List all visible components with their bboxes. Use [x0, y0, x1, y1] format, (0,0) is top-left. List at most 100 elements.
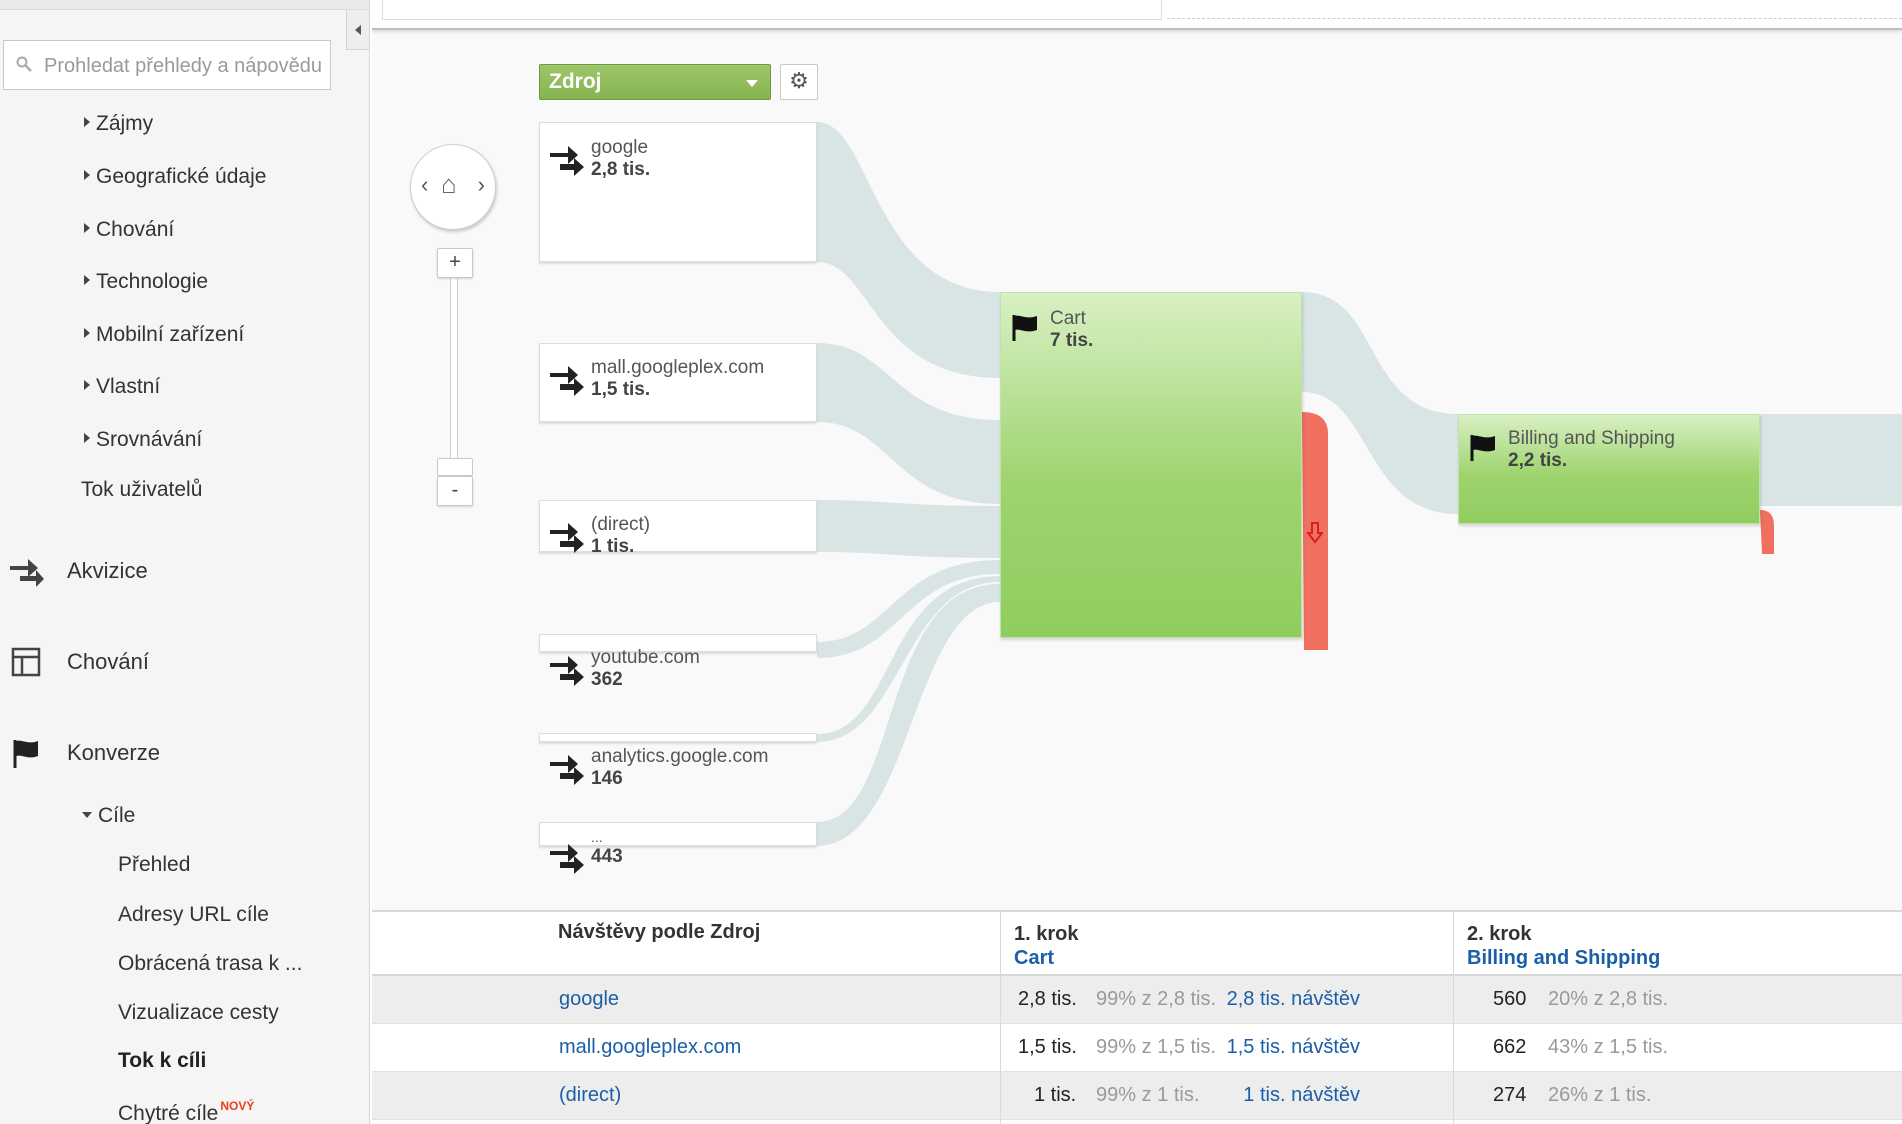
step-name: Cart [1050, 308, 1086, 329]
row-visits[interactable]: 1,5 tis. návštěv [1227, 1036, 1360, 1059]
column-divider [1000, 910, 1001, 1124]
step-value: 2,2 tis. [1508, 450, 1568, 471]
pan-right-icon[interactable]: › [478, 172, 485, 198]
step-label: Cart 7 tis. [1050, 308, 1093, 352]
expand-arrow-icon [84, 223, 90, 233]
source-arrows-icon [550, 523, 584, 553]
row-source-link[interactable]: mall.googleplex.com [559, 1036, 741, 1059]
nav-label: Cíle [98, 804, 136, 827]
nav-label: Vlastní [96, 375, 161, 398]
nav-label: Geografické údaje [96, 165, 267, 188]
row-step1-value: 2,8 tis. [1018, 988, 1077, 1010]
table-row: (direct) 1 tis. návštěv 1 tis. 99% z 1 t… [372, 1072, 1902, 1120]
dimension-select-label: Zdroj [549, 70, 602, 93]
row-visits[interactable]: 1 tis. návštěv [1243, 1084, 1360, 1107]
source-value: 2,8 tis. [591, 159, 651, 180]
source-name: mall.googleplex.com [591, 357, 765, 378]
collapse-sidebar-button[interactable] [346, 10, 369, 50]
zoom-slider-handle[interactable] [437, 458, 473, 476]
expand-arrow-icon [84, 275, 90, 285]
row-source-link[interactable]: google [559, 988, 619, 1011]
expand-arrow-icon [84, 117, 90, 127]
zoom-slider-track[interactable] [450, 248, 458, 463]
nav-label: Chytré cíle [118, 1102, 219, 1124]
source-arrows-icon [550, 844, 584, 874]
nav-item-smart-goals[interactable]: Chytré cíle NOVÝ [118, 1099, 254, 1124]
source-value: 443 [591, 846, 623, 867]
zoom-out-button[interactable]: - [437, 476, 473, 506]
nav-label: Chování [96, 218, 175, 241]
source-label: google 2,8 tis. [591, 137, 650, 181]
source-name: analytics.google.com [591, 746, 769, 767]
source-name: google [591, 137, 649, 158]
search-input[interactable] [44, 51, 329, 81]
row-step2-value: 662 [1493, 1036, 1527, 1058]
step-header-label: 2. krok [1467, 923, 1532, 945]
step-node-cart[interactable] [1000, 292, 1302, 638]
nav-item-funnel-visualization[interactable]: Vizualizace cesty [118, 1001, 279, 1025]
source-value: 146 [591, 768, 623, 789]
row-step2-percent: 43% z 1,5 tis. [1548, 1036, 1669, 1058]
behavior-layout-icon [11, 647, 41, 677]
goal-flag-icon [1012, 315, 1037, 341]
row-step1-percent: 99% z 1,5 tis. [1096, 1036, 1217, 1058]
source-arrows-icon [550, 366, 584, 396]
home-icon[interactable]: ⌂ [441, 169, 457, 200]
nav-item-goal-urls[interactable]: Adresy URL cíle [118, 903, 269, 927]
row-step2-percent: 20% z 2,8 tis. [1548, 988, 1669, 1010]
nav-item-benchmarking[interactable]: Srovnávání [84, 428, 202, 452]
link-google-cart [817, 122, 1000, 378]
nav-label: Mobilní zařízení [96, 323, 245, 346]
row-source-link[interactable]: (direct) [559, 1084, 621, 1107]
nav-item-goals[interactable]: Cíle [82, 804, 135, 828]
source-node-analytics[interactable] [539, 733, 817, 742]
row-step1-percent: 99% z 1 tis. [1096, 1084, 1200, 1106]
column-header-visits: Návštěvy podle Zdroj [558, 921, 761, 943]
nav-item-technology[interactable]: Technologie [84, 270, 208, 294]
nav-item-reverse-goal-path[interactable]: Obrácená trasa k ... [118, 952, 302, 976]
source-label: analytics.google.com 146 [591, 746, 768, 790]
goal-flow-table: Návštěvy podle Zdroj 1. krok Cart 2. kro… [372, 910, 1902, 1124]
row-step1-percent: 99% z 2,8 tis. [1096, 988, 1217, 1010]
section-label: Konverze [67, 740, 160, 765]
nav-item-goal-flow[interactable]: Tok k cíli [118, 1049, 206, 1073]
dropoff-arrow-icon[interactable] [1305, 522, 1325, 544]
goal-flow-visualization[interactable]: Zdroj ⚙ ‹ ⌂ › + - google 2,8 tis. mall.go… [372, 30, 1902, 912]
nav-item-interests[interactable]: Zájmy [84, 112, 153, 136]
nav-item-geo[interactable]: Geografické údaje [84, 165, 266, 189]
step1-link[interactable]: Cart [1014, 946, 1078, 970]
dimension-select[interactable]: Zdroj [539, 64, 771, 100]
zoom-in-button[interactable]: + [437, 248, 473, 278]
link-direct-cart [817, 500, 1000, 558]
search-box[interactable] [3, 40, 331, 90]
source-label: youtube.com 362 [591, 647, 700, 691]
expand-arrow-icon [84, 380, 90, 390]
new-badge: NOVÝ [220, 1099, 255, 1113]
goal-flag-icon [1470, 435, 1495, 461]
nav-item-goals-overview[interactable]: Přehled [118, 853, 190, 877]
nav-item-user-flow[interactable]: Tok uživatelů [81, 478, 202, 502]
section-behavior[interactable]: Chování [0, 645, 369, 685]
row-step1-value: 1,5 tis. [1018, 1036, 1077, 1058]
step2-link[interactable]: Billing and Shipping [1467, 946, 1660, 970]
table-row: mall.googleplex.com 1,5 tis. návštěv 1,5… [372, 1024, 1902, 1072]
section-acquisition[interactable]: Akvizice [0, 554, 369, 594]
expand-arrow-icon [84, 328, 90, 338]
step-name: Billing and Shipping [1508, 428, 1675, 449]
source-name: youtube.com [591, 647, 700, 668]
pan-control[interactable]: ‹ ⌂ › [410, 144, 496, 230]
row-visits[interactable]: 2,8 tis. návštěv [1227, 988, 1360, 1011]
source-label: mall.googleplex.com 1,5 tis. [591, 357, 764, 401]
source-name: ... [591, 829, 603, 845]
nav-item-behavior[interactable]: Chování [84, 218, 174, 242]
row-step2-value: 560 [1493, 988, 1527, 1010]
source-value: 362 [591, 669, 623, 690]
pan-left-icon[interactable]: ‹ [421, 172, 428, 198]
section-conversions[interactable]: Konverze [0, 736, 369, 776]
table-row: google 2,8 tis. návštěv 2,8 tis. 99% z 2… [372, 976, 1902, 1024]
sidebar: Zájmy Geografické údaje Chování Technolo… [0, 0, 370, 1124]
nav-item-mobile[interactable]: Mobilní zařízení [84, 323, 244, 347]
settings-button[interactable]: ⚙ [780, 64, 818, 100]
source-arrows-icon [550, 146, 584, 176]
nav-item-custom[interactable]: Vlastní [84, 375, 160, 399]
